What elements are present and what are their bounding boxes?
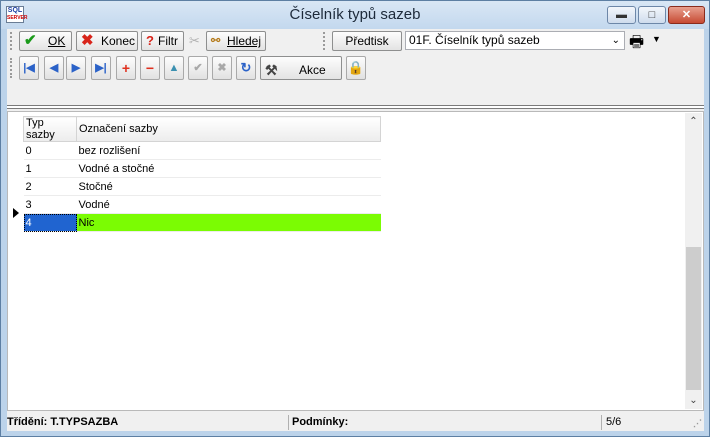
- report-select[interactable]: 01F. Číselník typů sazeb ⌄: [405, 31, 625, 50]
- cell-oznaceni[interactable]: Stočné: [76, 177, 381, 196]
- cell-typ[interactable]: 0: [23, 141, 77, 160]
- window-title: Číselník typů sazeb: [289, 6, 421, 23]
- minimize-button[interactable]: ▬: [607, 6, 636, 24]
- scroll-down-icon[interactable]: ⌄: [685, 392, 702, 409]
- current-row-indicator-icon: [13, 208, 19, 218]
- last-record-icon[interactable]: ▶|: [91, 56, 111, 80]
- status-conditions: Podmínky:: [292, 416, 349, 428]
- toolbar-grip[interactable]: [10, 32, 15, 50]
- title-bar[interactable]: SQL SERVER Číselník typů sazeb ▬ □ ✕: [1, 1, 709, 29]
- refresh-icon[interactable]: ↻: [236, 56, 256, 80]
- predtisk-button[interactable]: Předtisk: [332, 31, 402, 51]
- vertical-scrollbar[interactable]: ⌃ ⌄: [685, 113, 702, 409]
- ok-button[interactable]: ✔ OK: [19, 31, 72, 51]
- ok-label: OK: [48, 34, 66, 48]
- cell-oznaceni[interactable]: bez rozlišení: [76, 141, 381, 160]
- prev-record-icon[interactable]: ◀: [44, 56, 64, 80]
- akce-button[interactable]: ⚒ Akce: [260, 56, 342, 80]
- client-area: ✔ OK ✖ Konec ? Filtr ✂ ⚯ Hledej Předtisk…: [7, 29, 704, 431]
- hledej-label: Hledej: [227, 34, 262, 48]
- status-record-position: 5/6: [606, 416, 622, 428]
- delete-icon[interactable]: −: [140, 56, 160, 80]
- status-bar: Třídění: T.TYPSAZBA Podmínky: 5/6 ⋰: [7, 414, 704, 431]
- next-record-icon[interactable]: ▶: [66, 56, 86, 80]
- akce-label: Akce: [299, 63, 326, 77]
- toolbar-grip-2[interactable]: [323, 32, 328, 50]
- cell-oznaceni[interactable]: Vodné a stočné: [76, 159, 381, 178]
- empty-toolbar-area: [7, 83, 704, 103]
- grid-table: Typ sazby Označení sazby 0 bez rozlišení…: [23, 116, 381, 232]
- x-icon: ✖: [81, 32, 94, 49]
- konec-label: Konec: [101, 34, 136, 48]
- table-row[interactable]: 0 bez rozlišení: [23, 141, 381, 160]
- scroll-thumb[interactable]: [686, 247, 701, 390]
- navigation-toolbar: |◀ ◀ ▶ ▶| + − ▲ ✔ ✖ ↻ ⚒ Akce 🔒: [7, 53, 704, 84]
- up-icon[interactable]: ▲: [164, 56, 184, 80]
- table-row[interactable]: 3 Vodné: [23, 195, 381, 214]
- table-row[interactable]: 2 Stočné: [23, 177, 381, 196]
- add-icon[interactable]: +: [116, 56, 136, 80]
- cell-typ[interactable]: 2: [23, 177, 77, 196]
- predtisk-label: Předtisk: [345, 34, 389, 48]
- first-record-icon[interactable]: |◀: [19, 56, 39, 80]
- filtr-label: Filtr: [158, 34, 178, 48]
- scissors-icon: ✂: [189, 33, 200, 48]
- application-window: SQL SERVER Číselník typů sazeb ▬ □ ✕ ✔ OK…: [0, 0, 710, 437]
- chevron-down-icon[interactable]: ⌄: [612, 32, 620, 49]
- main-toolbar: ✔ OK ✖ Konec ? Filtr ✂ ⚯ Hledej Předtisk…: [7, 29, 704, 54]
- tools-icon: ⚒: [265, 62, 278, 78]
- cell-typ[interactable]: 4: [23, 213, 77, 232]
- binoculars-icon: ⚯: [211, 35, 221, 47]
- cell-typ[interactable]: 1: [23, 159, 77, 178]
- scroll-up-icon[interactable]: ⌃: [685, 113, 702, 130]
- table-row-selected[interactable]: 4 Nic: [23, 213, 381, 232]
- grid-header: Typ sazby Označení sazby: [23, 116, 381, 142]
- cell-typ[interactable]: 3: [23, 195, 77, 214]
- checkmark-icon: ✔: [24, 32, 37, 49]
- filtr-button[interactable]: ? Filtr: [141, 31, 184, 51]
- column-header-typ[interactable]: Typ sazby: [23, 116, 77, 142]
- question-icon: ?: [146, 33, 154, 48]
- status-sorting: Třídění: T.TYPSAZBA: [7, 416, 119, 428]
- cell-oznaceni[interactable]: Vodné: [76, 195, 381, 214]
- data-grid[interactable]: Typ sazby Označení sazby 0 bez rozlišení…: [7, 111, 704, 411]
- lock-icon[interactable]: 🔒: [346, 56, 366, 80]
- konec-button[interactable]: ✖ Konec: [76, 31, 138, 51]
- hledej-button[interactable]: ⚯ Hledej: [206, 31, 266, 51]
- cancel-icon[interactable]: ✖: [212, 56, 232, 80]
- cell-oznaceni[interactable]: Nic: [76, 213, 381, 232]
- status-divider: [288, 415, 289, 430]
- close-button[interactable]: ✕: [668, 6, 705, 24]
- resize-grip-icon[interactable]: ⋰: [693, 418, 702, 429]
- nav-toolbar-grip[interactable]: [10, 58, 15, 78]
- confirm-icon[interactable]: ✔: [188, 56, 208, 80]
- maximize-button[interactable]: □: [638, 6, 666, 24]
- status-divider: [601, 415, 602, 430]
- table-row[interactable]: 1 Vodné a stočné: [23, 159, 381, 178]
- column-header-oznaceni[interactable]: Označení sazby: [76, 116, 381, 142]
- splitter[interactable]: [7, 105, 704, 109]
- report-select-value: 01F. Číselník typů sazeb: [409, 33, 540, 47]
- printer-dropdown-icon[interactable]: ▼: [652, 34, 661, 44]
